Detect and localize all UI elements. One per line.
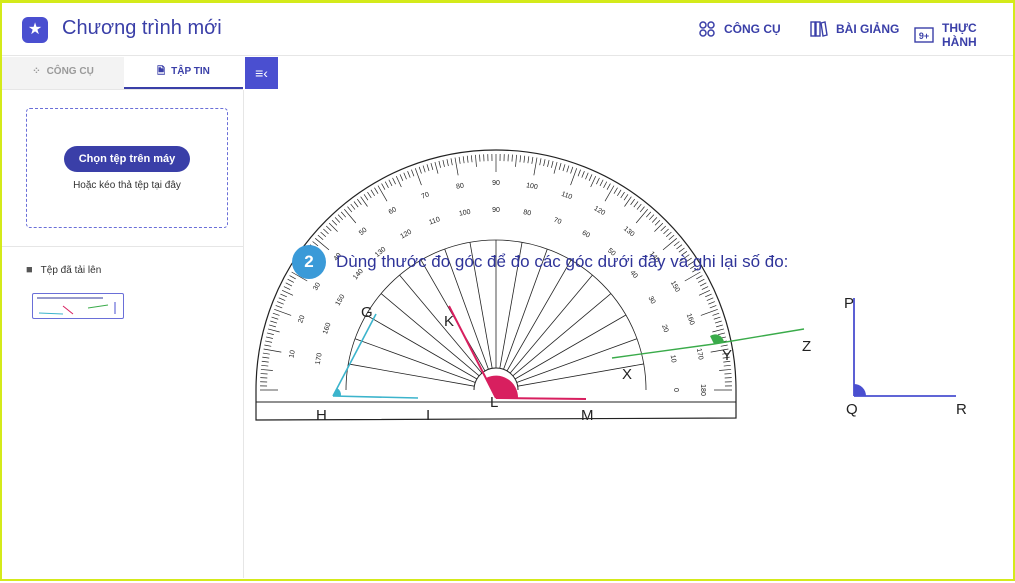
protractor-outer-label: 90 [492,180,500,187]
sidebar-divider [2,246,243,247]
angle-klm-ray-m [496,398,586,399]
point-label-p: P [844,295,854,312]
app-title: Chương trình mới [62,17,222,40]
tab-tools-label: CÔNG CỤ [47,66,94,77]
uploaded-file-thumbnail[interactable] [32,293,124,319]
nav-tools[interactable]: CÔNG CỤ [698,21,781,37]
question-line: 2 Dùng thước đo góc để đo các góc dưới đâ… [292,245,788,279]
tools-grid-icon: ⁘ [32,66,40,77]
question-text: Dùng thước đo góc để đo các góc dưới đây… [336,252,788,271]
point-label-k: K [444,313,454,330]
tab-files[interactable]: 🗎 TẬP TIN [124,57,243,89]
point-label-q: Q [846,401,858,418]
question-number-badge: 2 [292,245,326,279]
point-label-i: I [426,407,430,424]
practice-9plus-icon: 9+ [914,27,934,43]
canvas-area[interactable]: 1017020160301504014050130601207011080100… [244,90,1013,578]
point-label-y: Y [722,347,732,364]
protractor-outer-label: 180 [699,384,706,396]
protractor-drawing: 1017020160301504014050130601207011080100… [244,90,1013,578]
document-icon: ■ [26,264,33,276]
sidebar-tabs: ⁘ CÔNG CỤ 🗎 TẬP TIN [2,57,243,90]
point-label-g: G [361,304,373,321]
angle-pqr-arc [854,384,866,396]
protractor-outer-label: 80 [456,182,465,190]
app-logo-icon[interactable]: ★ [22,17,48,43]
choose-file-button[interactable]: Chọn tệp trên máy [64,146,190,172]
collapse-menu-icon: ≡‹ [255,65,268,81]
point-label-z: Z [802,338,811,355]
point-label-h: H [316,407,327,424]
nav-lessons-label: BÀI GIẢNG [836,22,899,36]
nav-tools-label: CÔNG CỤ [724,22,781,36]
drop-hint: Hoặc kéo thả tệp tại đây [27,180,227,191]
file-icon: 🗎 [157,66,165,77]
point-label-l: L [490,394,498,411]
uploaded-files-heading: ■ Tệp đã tải lên [26,264,101,276]
protractor-inner-label: 10 [669,354,677,363]
tools-grid-icon [698,21,716,37]
tab-files-label: TẬP TIN [171,66,210,77]
protractor-inner-label: 80 [523,209,532,217]
tab-tools[interactable]: ⁘ CÔNG CỤ [2,57,124,89]
point-label-m: M [581,407,594,424]
nav-practice[interactable]: 9+ THỰC HÀNH [914,21,1013,49]
nav-lessons[interactable]: BÀI GIẢNG [810,21,899,37]
point-label-r: R [956,401,967,418]
sidebar: Chọn tệp trên máy Hoặc kéo thả tệp tại đ… [2,90,244,578]
svg-text:9+: 9+ [919,31,929,41]
protractor-inner-label: 90 [492,207,500,214]
top-bar: ★ Chương trình mới CÔNG CỤ BÀI GIẢNG 9+ … [2,3,1013,56]
nav-practice-label: THỰC HÀNH [942,21,1013,49]
books-icon [810,21,828,37]
uploaded-files-label: Tệp đã tải lên [41,265,102,276]
collapse-sidebar-button[interactable]: ≡‹ [245,57,278,89]
file-dropzone[interactable]: Chọn tệp trên máy Hoặc kéo thả tệp tại đ… [26,108,228,228]
point-label-x: X [622,366,632,383]
protractor-outer-label: 10 [289,350,297,359]
protractor-inner-label: 0 [672,388,679,392]
